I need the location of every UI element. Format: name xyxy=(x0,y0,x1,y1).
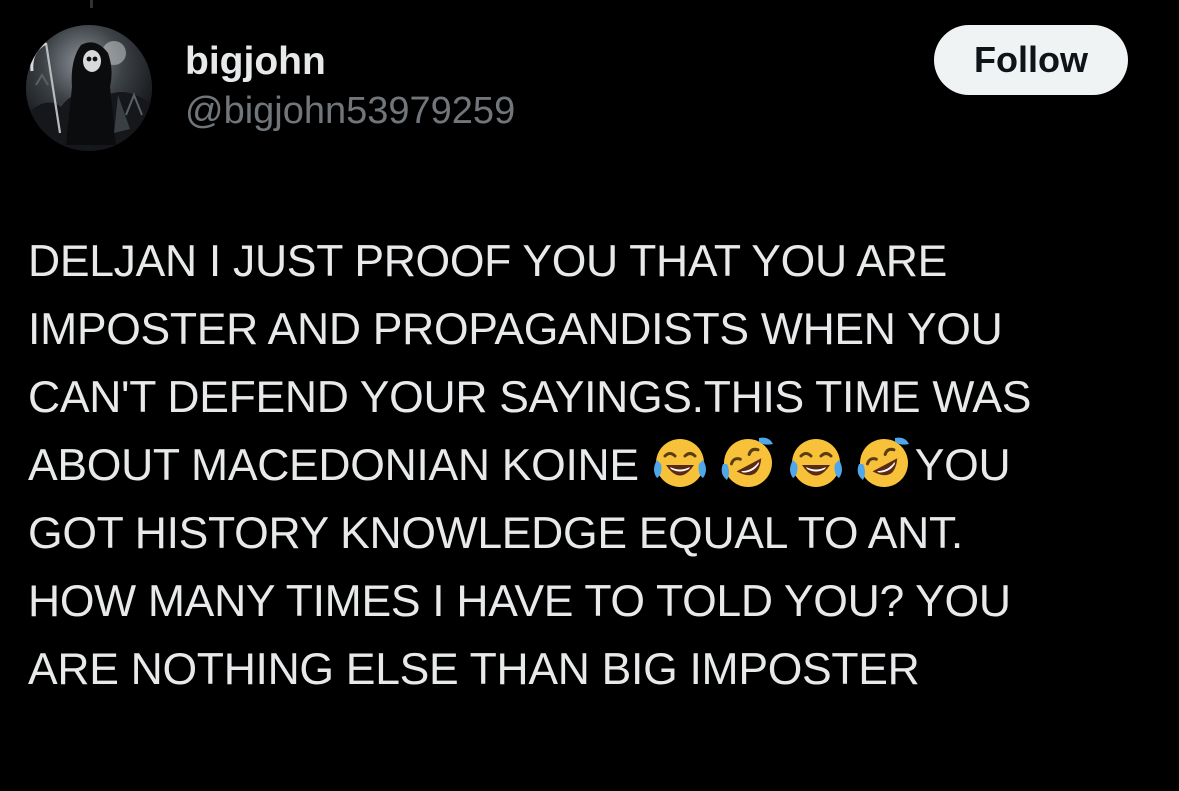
tweet-line-4: ABOUT MACEDONIAN KOINE YOU xyxy=(28,432,1158,500)
user-handle[interactable]: @bigjohn53979259 xyxy=(185,88,515,134)
tweet-line-1: DELJAN I JUST PROOF YOU THAT YOU ARE xyxy=(28,237,947,286)
grim-reaper-avatar-icon xyxy=(26,25,152,151)
tweet-line-7: ARE NOTHING ELSE THAN BIG IMPOSTER xyxy=(28,645,920,694)
face-with-tears-of-joy-icon xyxy=(787,434,845,492)
tweet-text: DELJAN I JUST PROOF YOU THAT YOU ARE IMP… xyxy=(28,228,1158,704)
face-with-tears-of-joy-icon xyxy=(651,434,709,492)
tweet-header: bigjohn @bigjohn53979259 Follow xyxy=(26,25,1136,157)
tweet-line-4-text: ABOUT MACEDONIAN KOINE xyxy=(28,441,651,490)
rolling-on-floor-laughing-icon xyxy=(719,434,777,492)
display-name[interactable]: bigjohn xyxy=(185,39,515,85)
follow-button[interactable]: Follow xyxy=(934,25,1128,95)
thread-connector-line xyxy=(90,0,93,8)
tweet-line-5: GOT HISTORY KNOWLEDGE EQUAL TO ANT. xyxy=(28,509,963,558)
user-info: bigjohn @bigjohn53979259 xyxy=(185,39,515,134)
tweet-line-4-suffix: YOU xyxy=(914,441,1011,490)
tweet-line-6: HOW MANY TIMES I HAVE TO TOLD YOU? YOU xyxy=(28,577,1011,626)
tweet-line-2: IMPOSTER AND PROPAGANDISTS WHEN YOU xyxy=(28,305,1003,354)
avatar[interactable] xyxy=(26,25,152,151)
rolling-on-floor-laughing-icon xyxy=(855,434,913,492)
tweet-line-3: CAN'T DEFEND YOUR SAYINGS.THIS TIME WAS xyxy=(28,373,1032,422)
